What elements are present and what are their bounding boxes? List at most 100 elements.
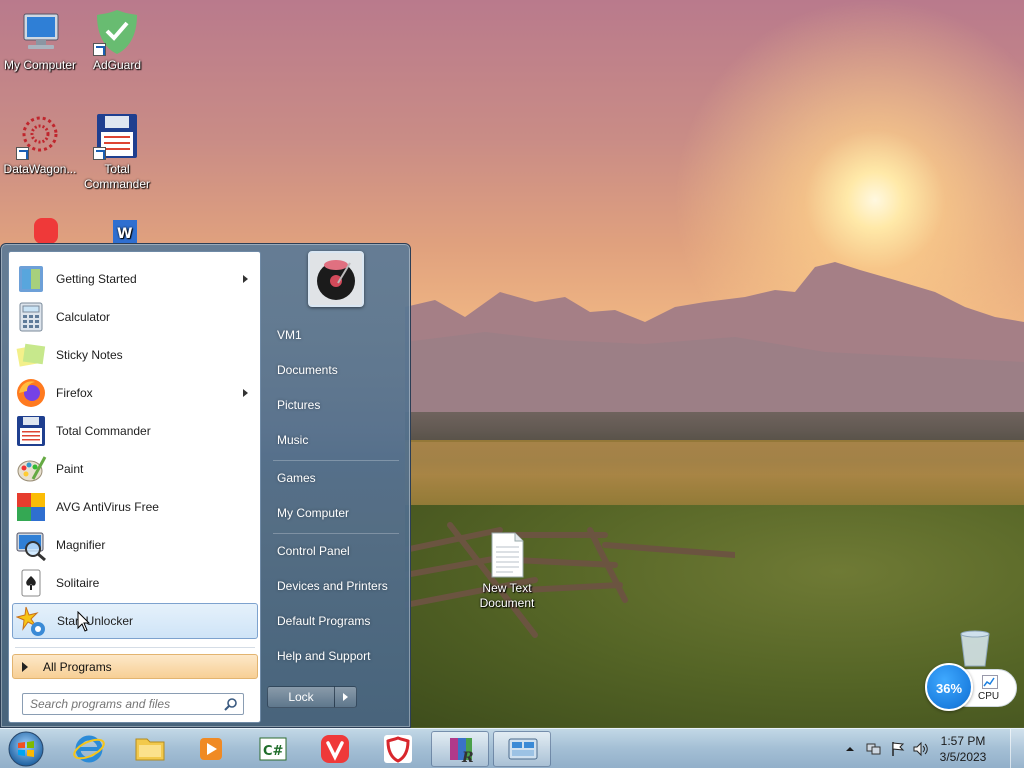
lock-button[interactable]: Lock (267, 686, 335, 708)
program-avg-antivirus[interactable]: AVG AntiVirus Free (12, 489, 258, 525)
program-start-unlocker[interactable]: Start Unlocker (12, 603, 258, 639)
winrar-icon: R (450, 738, 474, 766)
pictures-link[interactable]: Pictures (269, 390, 403, 420)
desktop-icon-my-computer[interactable]: My Computer (0, 8, 80, 73)
user-picture[interactable] (308, 251, 364, 307)
taskbar-vivaldi[interactable] (306, 731, 364, 767)
recycle-bin-icon (955, 628, 995, 668)
treeline (405, 412, 1024, 442)
my-computer-link[interactable]: My Computer (269, 498, 403, 528)
devices-printers-link[interactable]: Devices and Printers (269, 571, 403, 601)
desktop-icon-label: AdGuard (92, 58, 142, 72)
program-label: Calculator (56, 310, 111, 324)
taskbar-csharp-editor[interactable]: C# (244, 731, 302, 767)
cpu-meter-gadget[interactable]: 36% CPU (925, 663, 1020, 713)
cpu-label: CPU (978, 691, 1000, 702)
cpu-percent: 36% (925, 663, 973, 711)
turntable-icon (310, 253, 362, 305)
search-input[interactable] (30, 694, 220, 714)
program-total-commander[interactable]: Total Commander (12, 413, 258, 449)
program-label: AVG AntiVirus Free (56, 500, 159, 514)
taskbar-adguard[interactable] (368, 731, 426, 767)
start-menu: Getting Started Calculator Sticky Notes … (0, 243, 411, 728)
program-label: Start Unlocker (57, 614, 134, 628)
program-magnifier[interactable]: Magnifier (12, 527, 258, 563)
divider (15, 647, 255, 648)
taskbar-media-player[interactable] (182, 731, 240, 767)
solitaire-icon (15, 567, 47, 599)
submenu-arrow-icon (243, 275, 248, 283)
firefox-icon (15, 377, 47, 409)
datawagon-icon (16, 112, 64, 160)
program-sticky-notes[interactable]: Sticky Notes (12, 337, 258, 373)
desktop-icon-datawagon[interactable]: DataWagon... (0, 112, 80, 177)
default-programs-link[interactable]: Default Programs (269, 606, 403, 636)
svg-text:W: W (117, 226, 132, 242)
adguard-icon (384, 735, 412, 763)
shutdown-options-button[interactable] (334, 686, 357, 708)
adguard-icon (93, 8, 141, 56)
taskbar-file-explorer[interactable] (121, 731, 179, 767)
mountains-background (405, 262, 1024, 412)
svg-text:C#: C# (263, 744, 284, 759)
program-label: Paint (56, 462, 84, 476)
desktop-icon-adguard[interactable]: AdGuard (77, 8, 157, 73)
clock-time: 1:57 PM (940, 734, 986, 748)
program-firefox[interactable]: Firefox (12, 375, 258, 411)
taskbar-remote-desktop[interactable] (493, 731, 551, 767)
music-link[interactable]: Music (269, 425, 403, 455)
magnifier-icon (15, 529, 47, 562)
calculator-icon (15, 301, 47, 333)
program-label: Sticky Notes (56, 348, 123, 362)
field (405, 440, 1024, 510)
file-explorer-icon (135, 738, 165, 761)
program-paint[interactable]: Paint (12, 451, 258, 487)
clock-date: 3/5/2023 (939, 750, 987, 764)
search-box[interactable] (22, 693, 244, 715)
program-getting-started[interactable]: Getting Started (12, 261, 258, 297)
all-programs-label: All Programs (43, 659, 112, 674)
csharp-editor-icon: C# (259, 737, 287, 761)
all-programs-button[interactable]: All Programs (12, 654, 258, 679)
computer-icon (16, 8, 64, 56)
search-icon[interactable] (224, 697, 238, 711)
program-solitaire[interactable]: Solitaire (12, 565, 258, 601)
mouse-cursor-icon (77, 611, 91, 632)
program-label: Solitaire (56, 576, 100, 590)
desktop-icon-label: My Computer (3, 58, 77, 72)
program-label: Firefox (56, 386, 93, 400)
paint-icon (15, 453, 47, 485)
taskbar-internet-explorer[interactable] (60, 731, 118, 767)
program-calculator[interactable]: Calculator (12, 299, 258, 335)
control-panel-link[interactable]: Control Panel (269, 536, 403, 566)
clock[interactable]: 1:57 PM 3/5/2023 (928, 733, 998, 765)
desktop-icon-label: DataWagon... (3, 162, 77, 176)
show-desktop-button[interactable] (1010, 729, 1024, 768)
divider (273, 533, 399, 534)
network-icon[interactable] (866, 741, 882, 757)
shortcut-arrow-icon (93, 43, 106, 56)
total-commander-icon (93, 112, 141, 160)
divider (273, 460, 399, 461)
desktop-icon-new-text-document[interactable]: New Text Document (467, 531, 547, 611)
taskbar-winrar[interactable]: R (431, 731, 489, 767)
volume-icon[interactable] (913, 741, 929, 757)
show-hidden-icons-icon[interactable] (845, 744, 855, 754)
remote-desktop-icon (508, 738, 538, 760)
text-document-icon (483, 531, 531, 579)
programs-pane: Getting Started Calculator Sticky Notes … (8, 251, 261, 723)
user-folder-link[interactable]: VM1 (269, 320, 403, 350)
action-center-flag-icon[interactable] (890, 741, 906, 757)
documents-link[interactable]: Documents (269, 355, 403, 385)
desktop-icon-total-commander[interactable]: Total Commander (77, 112, 157, 192)
getting-started-icon (15, 263, 47, 295)
start-button[interactable] (6, 730, 46, 768)
taskbar: C# R 1:57 PM 3/5/2023 (0, 728, 1024, 768)
total-commander-icon (15, 415, 47, 447)
submenu-arrow-icon (243, 389, 248, 397)
help-support-link[interactable]: Help and Support (269, 641, 403, 671)
start-unlocker-icon (15, 605, 48, 637)
wooden-fence (405, 522, 735, 638)
avg-icon (15, 491, 47, 523)
games-link[interactable]: Games (269, 463, 403, 493)
